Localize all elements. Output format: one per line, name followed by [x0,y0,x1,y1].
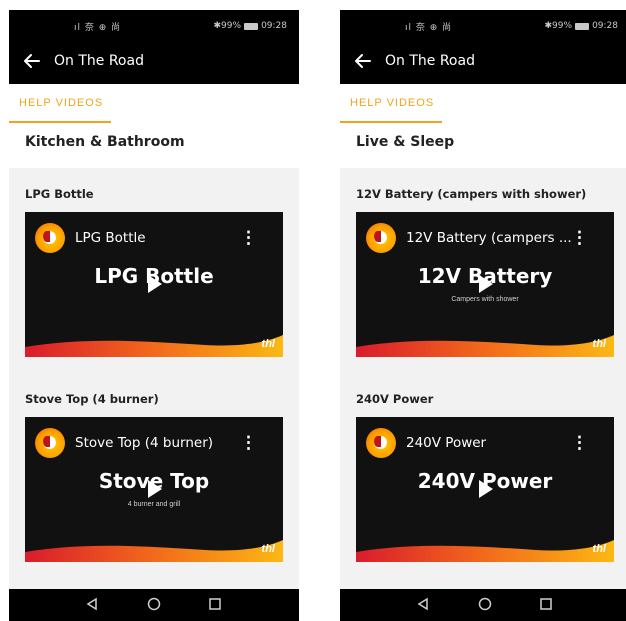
video-player[interactable]: 12V Battery (campers ... ⋮ 12V Battery C… [356,212,614,357]
thl-logo: thl [261,338,275,350]
back-arrow-icon[interactable] [352,50,374,72]
tab-help-videos[interactable]: HELP VIDEOS [19,97,103,109]
category-title: Live & Sleep [356,134,455,150]
battery-icon [575,22,590,30]
tab-help-videos[interactable]: HELP VIDEOS [350,97,434,109]
player-title: 240V Power [406,435,487,451]
more-vertical-icon[interactable]: ⋮ [240,229,257,246]
more-vertical-icon[interactable]: ⋮ [571,434,588,451]
nav-back-icon[interactable] [85,597,99,611]
category-header: Kitchen & Bathroom [9,124,299,168]
channel-logo-icon [35,223,65,253]
tab-bar: HELP VIDEOS [340,84,626,124]
phone-screen-left: ıl 奈 ⊕ 尚 ✱99% 09:28 On The Road HELP VID… [9,10,299,621]
battery-percent: ✱99% [213,21,242,31]
app-title: On The Road [54,53,144,69]
thumbnail-subtext: Campers with shower [451,296,519,303]
video-title: 12V Battery (campers with shower) [356,187,587,201]
player-title: LPG Bottle [75,230,146,246]
status-bar: ıl 奈 ⊕ 尚 ✱99% 09:28 [9,10,299,40]
video-player[interactable]: 240V Power ⋮ 240V Power thl [356,417,614,562]
nav-home-icon[interactable] [478,597,492,611]
player-title: Stove Top (4 burner) [75,435,214,451]
channel-logo-icon [366,223,396,253]
player-title: 12V Battery (campers ... [406,230,572,246]
channel-logo-icon [35,428,65,458]
nav-recent-icon[interactable] [539,597,553,611]
tab-indicator [340,121,442,123]
app-title: On The Road [385,53,475,69]
more-vertical-icon[interactable]: ⋮ [240,434,257,451]
signal-icons: ıl 奈 ⊕ 尚 [74,23,122,33]
status-bar: ıl 奈 ⊕ 尚 ✱99% 09:28 [340,10,626,40]
tab-bar: HELP VIDEOS [9,84,299,124]
video-player[interactable]: Stove Top (4 burner) ⋮ Stove Top 4 burne… [25,417,283,562]
signal-icons: ıl 奈 ⊕ 尚 [405,23,453,33]
video-title: Stove Top (4 burner) [25,392,159,406]
wave-graphic [356,335,614,357]
play-icon[interactable] [148,480,162,498]
nav-back-icon[interactable] [416,597,430,611]
battery-percent: ✱99% [544,21,573,31]
battery-icon [244,22,259,30]
thl-logo: thl [261,543,275,555]
thl-logo: thl [592,338,606,350]
wave-graphic [25,540,283,562]
wave-graphic [25,335,283,357]
back-arrow-icon[interactable] [21,50,43,72]
category-title: Kitchen & Bathroom [25,134,185,150]
system-nav-bar [9,589,299,621]
channel-logo-icon [366,428,396,458]
nav-recent-icon[interactable] [208,597,222,611]
nav-home-icon[interactable] [147,597,161,611]
play-icon[interactable] [479,480,493,498]
wave-graphic [356,540,614,562]
more-vertical-icon[interactable]: ⋮ [571,229,588,246]
status-time: 09:28 [261,21,287,31]
system-nav-bar [340,589,626,621]
thl-logo: thl [592,543,606,555]
play-icon[interactable] [479,275,493,293]
video-player[interactable]: LPG Bottle ⋮ LPG Bottle thl [25,212,283,357]
play-icon[interactable] [148,275,162,293]
thumbnail-subtext: 4 burner and grill [127,501,181,508]
app-bar: On The Road [9,40,299,84]
video-title: LPG Bottle [25,187,94,201]
phone-screen-right: ıl 奈 ⊕ 尚 ✱99% 09:28 On The Road HELP VID… [340,10,626,621]
tab-indicator [9,121,111,123]
video-title: 240V Power [356,392,434,406]
app-bar: On The Road [340,40,626,84]
status-time: 09:28 [592,21,618,31]
category-header: Live & Sleep [340,124,626,168]
